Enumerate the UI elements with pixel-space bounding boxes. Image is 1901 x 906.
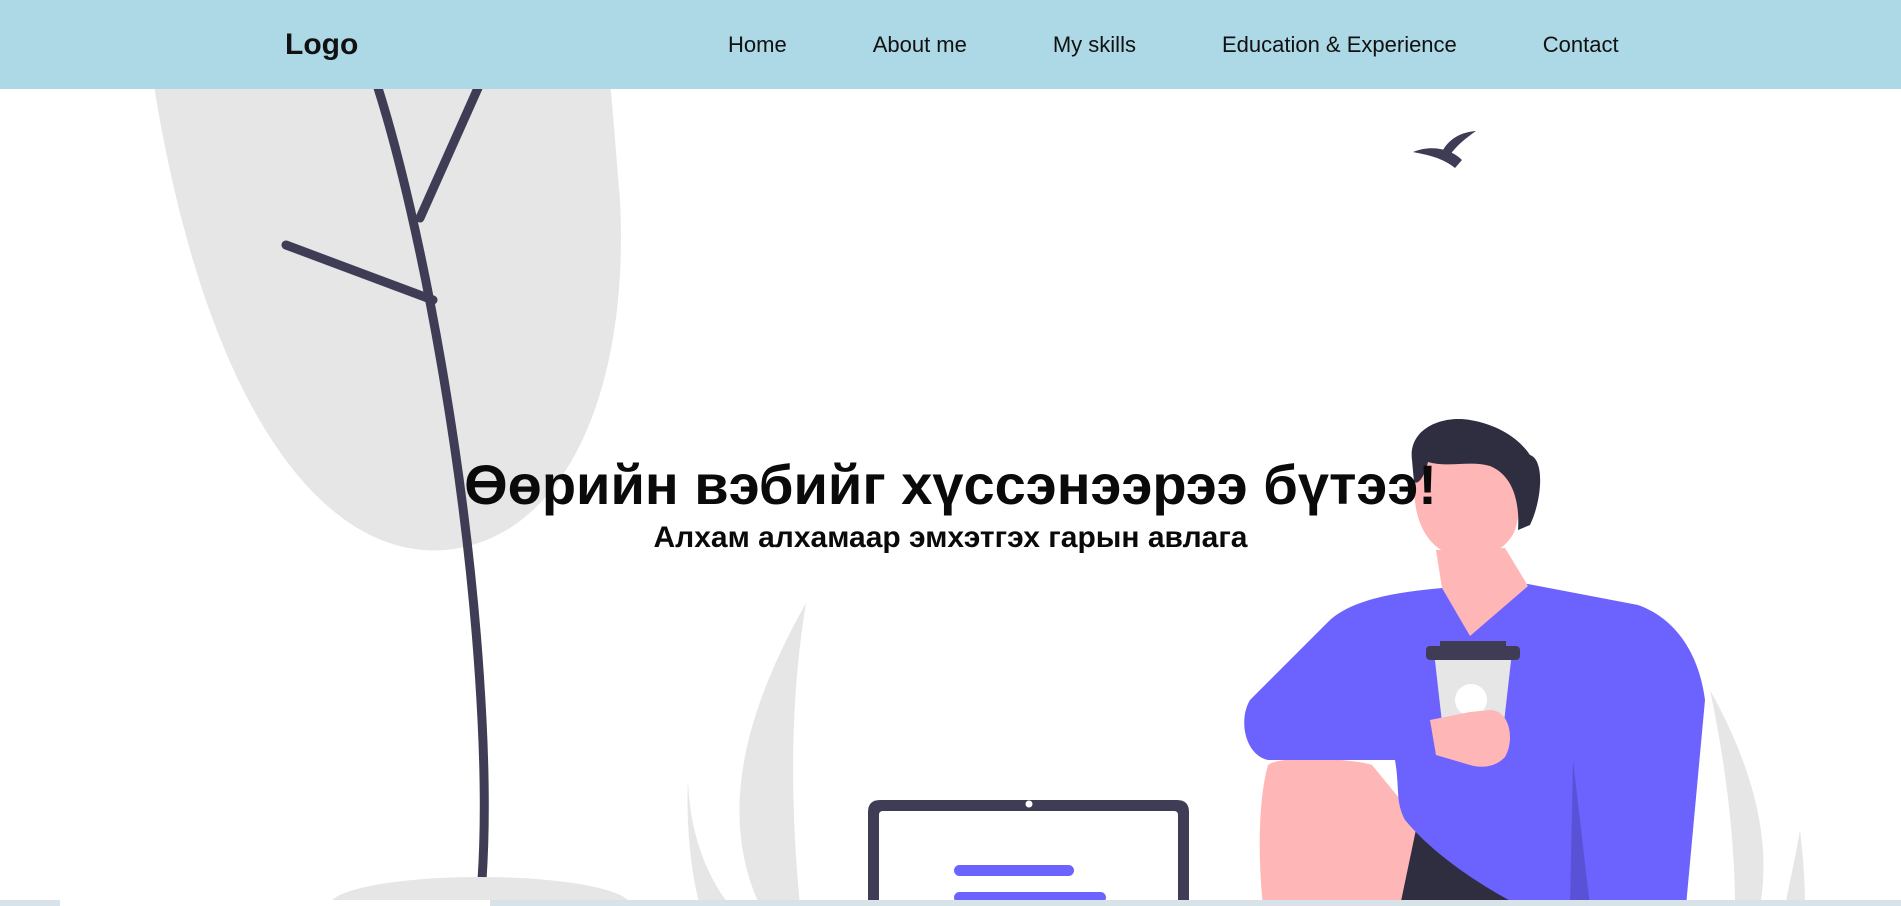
- site-logo[interactable]: Logo: [285, 27, 358, 63]
- hero-title: Өөрийн вэбийг хүссэнээрээ бүтээ!: [464, 453, 1437, 516]
- nav-link-about[interactable]: About me: [873, 31, 967, 59]
- top-navbar: Logo Home About me My skills Education &…: [0, 0, 1901, 89]
- laptop-icon: [868, 800, 1189, 906]
- main-nav: Home About me My skills Education & Expe…: [728, 31, 1619, 59]
- nav-link-skills[interactable]: My skills: [1053, 31, 1136, 59]
- grass-blade-small: [687, 780, 730, 906]
- grass-blade-right-2: [1785, 830, 1805, 906]
- page: Logo Home About me My skills Education &…: [0, 0, 1901, 906]
- nav-link-home[interactable]: Home: [728, 31, 787, 59]
- scrollbar-thumb[interactable]: [60, 900, 490, 906]
- grass-blade-left: [739, 603, 806, 906]
- nav-link-education-experience[interactable]: Education & Experience: [1222, 31, 1457, 59]
- grass-blade-right: [1710, 690, 1764, 906]
- horizontal-scrollbar[interactable]: [0, 900, 1901, 906]
- hero-subtitle: Алхам алхамаар эмхэтгэх гарын авлага: [653, 521, 1248, 554]
- hero-section: Өөрийн вэбийг хүссэнээрээ бүтээ! Алхам а…: [0, 452, 1901, 556]
- bird-icon: [1413, 131, 1476, 168]
- nav-link-contact[interactable]: Contact: [1543, 31, 1619, 59]
